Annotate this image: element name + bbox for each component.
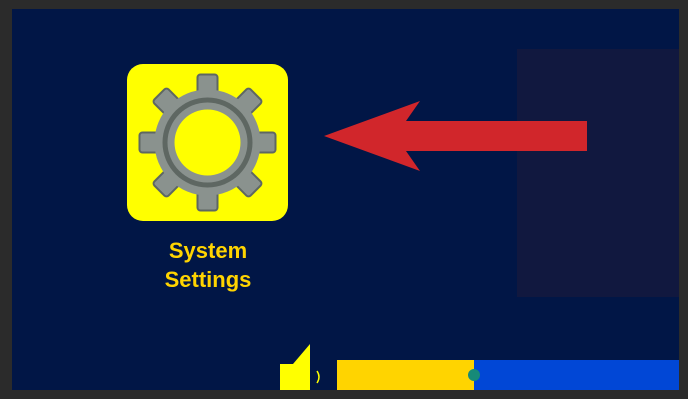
screen: System Settings: [12, 9, 679, 390]
volume-control: [280, 344, 679, 390]
system-settings-label: System Settings: [127, 236, 289, 294]
system-settings-app-button[interactable]: [127, 64, 288, 221]
volume-slider[interactable]: [337, 360, 679, 390]
speaker-icon[interactable]: [280, 344, 330, 390]
label-line-2: Settings: [164, 267, 252, 292]
device-frame: System Settings: [0, 0, 688, 399]
arrow-left-icon: [324, 101, 587, 171]
gear-icon: [138, 73, 277, 212]
volume-slider-fill: [337, 360, 474, 390]
volume-slider-knob[interactable]: [468, 369, 480, 381]
label-line-1: System: [168, 238, 248, 263]
